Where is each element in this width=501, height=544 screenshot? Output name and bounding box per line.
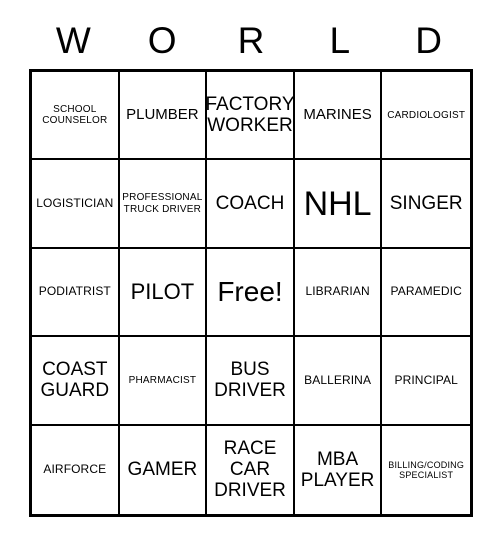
bingo-cell-label: PHARMACIST [128, 374, 197, 386]
bingo-cell-label: MARINES [303, 105, 372, 123]
bingo-cell[interactable]: CARDIOLOGIST [382, 72, 470, 161]
bingo-cell[interactable]: PROFESSIONAL TRUCK DRIVER [119, 160, 208, 249]
bingo-cell-label: PARAMEDIC [390, 284, 462, 299]
bingo-cell-label: FACTORY WORKER [207, 93, 295, 137]
bingo-cell-label: BILLING/CODING SPECIALIST [388, 459, 465, 480]
bingo-cell-label: NHL [303, 184, 372, 223]
bingo-cell[interactable]: BILLING/CODING SPECIALIST [382, 425, 470, 514]
bingo-cell-label: MBA PLAYER [300, 448, 375, 491]
bingo-cell-label: GAMER [127, 459, 198, 481]
bingo-cell-label: AIRFORCE [43, 462, 107, 477]
bingo-cell-label: PLUMBER [126, 105, 199, 123]
bingo-cell[interactable]: LOGISTICIAN [32, 160, 120, 249]
bingo-cell[interactable]: FACTORY WORKER [207, 72, 295, 161]
bingo-cell-label: PROFESSIONAL TRUCK DRIVER [122, 192, 203, 215]
bingo-cell[interactable]: COACH [207, 160, 295, 249]
bingo-cell-label: BALLERINA [304, 372, 372, 387]
bingo-cell[interactable]: COAST GUARD [32, 337, 120, 426]
header-letter-4: L [329, 19, 351, 61]
bingo-cell-label: COAST GUARD [40, 359, 110, 402]
bingo-cell[interactable]: PARAMEDIC [382, 248, 470, 338]
bingo-cell[interactable]: PLUMBER [119, 72, 208, 161]
bingo-cell-label: COACH [215, 192, 285, 214]
bingo-cell[interactable]: PHARMACIST [119, 337, 208, 426]
bingo-cell-label: BUS DRIVER [214, 359, 286, 402]
bingo-cell[interactable]: AIRFORCE [32, 425, 120, 514]
bingo-cell-label: LIBRARIAN [305, 284, 370, 299]
bingo-cell[interactable]: PODIATRIST [32, 248, 120, 338]
bingo-cell[interactable]: LIBRARIAN [294, 248, 383, 338]
header-letter-2: O [147, 19, 177, 61]
bingo-cell[interactable]: MARINES [294, 72, 383, 161]
bingo-cell[interactable]: BUS DRIVER [207, 337, 295, 426]
bingo-cell-label: SINGER [389, 192, 463, 214]
bingo-cell-label: SCHOOL COUNSELOR [42, 104, 108, 127]
bingo-cell[interactable]: BALLERINA [294, 337, 383, 426]
bingo-cell-label: Free! [217, 276, 283, 308]
bingo-cell[interactable]: PRINCIPAL [382, 337, 470, 426]
bingo-header: W O R L D [29, 16, 473, 64]
bingo-cell[interactable]: SINGER [382, 160, 470, 249]
header-letter-3: R [237, 19, 265, 61]
bingo-cell[interactable]: PILOT [119, 248, 208, 338]
bingo-cell[interactable]: SCHOOL COUNSELOR [32, 72, 120, 161]
bingo-cell-label: PRINCIPAL [394, 372, 458, 387]
bingo-cell-label: CARDIOLOGIST [387, 109, 466, 121]
header-letter-5: D [415, 19, 442, 61]
bingo-cell-label: PODIATRIST [38, 284, 111, 299]
bingo-cell[interactable]: RACE CAR DRIVER [207, 425, 295, 514]
bingo-cell[interactable]: NHL [294, 160, 383, 249]
bingo-cell-label: PILOT [130, 278, 195, 304]
bingo-cell-label: RACE CAR DRIVER [214, 437, 286, 502]
bingo-grid: SCHOOL COUNSELOR PLUMBER FACTORY WORKER … [29, 69, 473, 517]
bingo-cell[interactable]: GAMER [119, 425, 208, 514]
header-letter-1: W [55, 19, 91, 61]
bingo-card: W O R L D SCHOOL COUNSELOR PLUMBER FACTO… [0, 0, 501, 544]
bingo-cell-free[interactable]: Free! [207, 248, 295, 338]
bingo-cell[interactable]: MBA PLAYER [294, 425, 383, 514]
bingo-cell-label: LOGISTICIAN [36, 195, 114, 210]
